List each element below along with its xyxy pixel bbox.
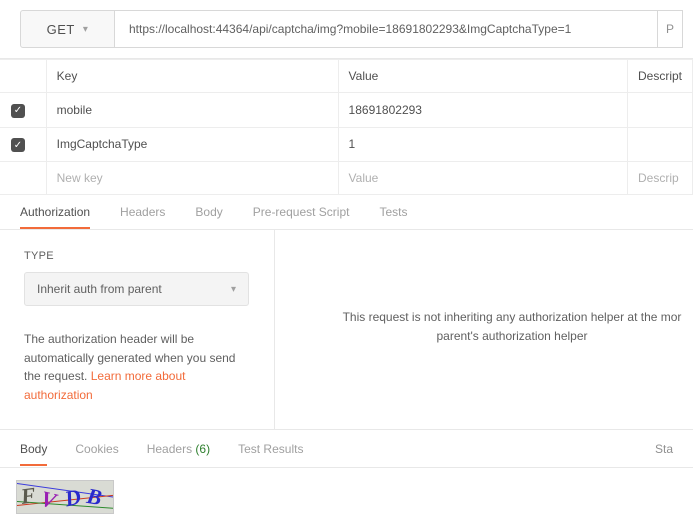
captcha-image: F V D B xyxy=(16,480,114,514)
method-label: GET xyxy=(47,22,75,37)
resp-tab-headers-count: (6) xyxy=(195,442,210,456)
param-desc[interactable] xyxy=(627,93,692,128)
chevron-down-icon: ▾ xyxy=(83,24,89,35)
checkbox[interactable]: ✓ xyxy=(11,138,25,152)
chevron-down-icon: ▾ xyxy=(231,284,236,295)
resp-tab-headers-label: Headers xyxy=(147,442,192,456)
tab-headers[interactable]: Headers xyxy=(120,195,165,229)
url-input[interactable] xyxy=(115,10,658,48)
request-bar: GET ▾ P xyxy=(0,0,693,59)
auth-inherit-msg-line2: parent's authorization helper xyxy=(331,327,693,346)
param-key[interactable]: mobile xyxy=(46,93,338,128)
send-button-fragment[interactable]: P xyxy=(658,10,683,48)
captcha-char: V xyxy=(38,486,59,514)
param-key-new[interactable]: New key xyxy=(46,162,338,195)
auth-type-select[interactable]: Inherit auth from parent ▾ xyxy=(24,272,249,306)
resp-tab-testresults[interactable]: Test Results xyxy=(238,432,303,466)
col-key: Key xyxy=(46,60,338,93)
table-row: ✓ mobile 18691802293 xyxy=(1,93,693,128)
captcha-char: F xyxy=(19,482,37,510)
auth-help-text: The authorization header will be automat… xyxy=(24,330,250,404)
param-desc[interactable] xyxy=(627,127,692,162)
query-params-table: Key Value Descript ✓ mobile 18691802293 … xyxy=(0,59,693,195)
checkbox-empty[interactable] xyxy=(1,162,47,195)
checkbox-header xyxy=(1,60,47,93)
response-tabs: Body Cookies Headers (6) Test Results St… xyxy=(0,430,693,468)
authorization-panel: TYPE Inherit auth from parent ▾ The auth… xyxy=(0,230,693,430)
table-row-new: New key Value Descrip xyxy=(1,162,693,195)
tab-prerequest[interactable]: Pre-request Script xyxy=(253,195,350,229)
checkbox[interactable]: ✓ xyxy=(11,104,25,118)
response-status: Sta xyxy=(655,442,673,456)
col-value: Value xyxy=(338,60,627,93)
auth-right: This request is not inheriting any autho… xyxy=(275,230,693,429)
tab-tests[interactable]: Tests xyxy=(379,195,407,229)
auth-type-selected: Inherit auth from parent xyxy=(37,282,162,296)
auth-inherit-msg-line1: This request is not inheriting any autho… xyxy=(331,308,693,327)
tab-authorization[interactable]: Authorization xyxy=(20,195,90,229)
resp-tab-body[interactable]: Body xyxy=(20,432,47,466)
auth-type-label: TYPE xyxy=(24,250,250,262)
tab-body[interactable]: Body xyxy=(195,195,222,229)
param-value[interactable]: 1 xyxy=(338,127,627,162)
table-row: ✓ ImgCaptchaType 1 xyxy=(1,127,693,162)
col-description: Descript xyxy=(627,60,692,93)
param-value[interactable]: 18691802293 xyxy=(338,93,627,128)
resp-tab-cookies[interactable]: Cookies xyxy=(75,432,118,466)
param-desc-new[interactable]: Descrip xyxy=(627,162,692,195)
captcha-char: D xyxy=(62,484,83,513)
resp-tab-headers[interactable]: Headers (6) xyxy=(147,432,210,466)
request-tabs: Authorization Headers Body Pre-request S… xyxy=(0,195,693,230)
method-select[interactable]: GET ▾ xyxy=(20,10,115,48)
response-body: F V D B xyxy=(0,468,693,526)
auth-left: TYPE Inherit auth from parent ▾ The auth… xyxy=(0,230,275,429)
param-value-new[interactable]: Value xyxy=(338,162,627,195)
param-key[interactable]: ImgCaptchaType xyxy=(46,127,338,162)
